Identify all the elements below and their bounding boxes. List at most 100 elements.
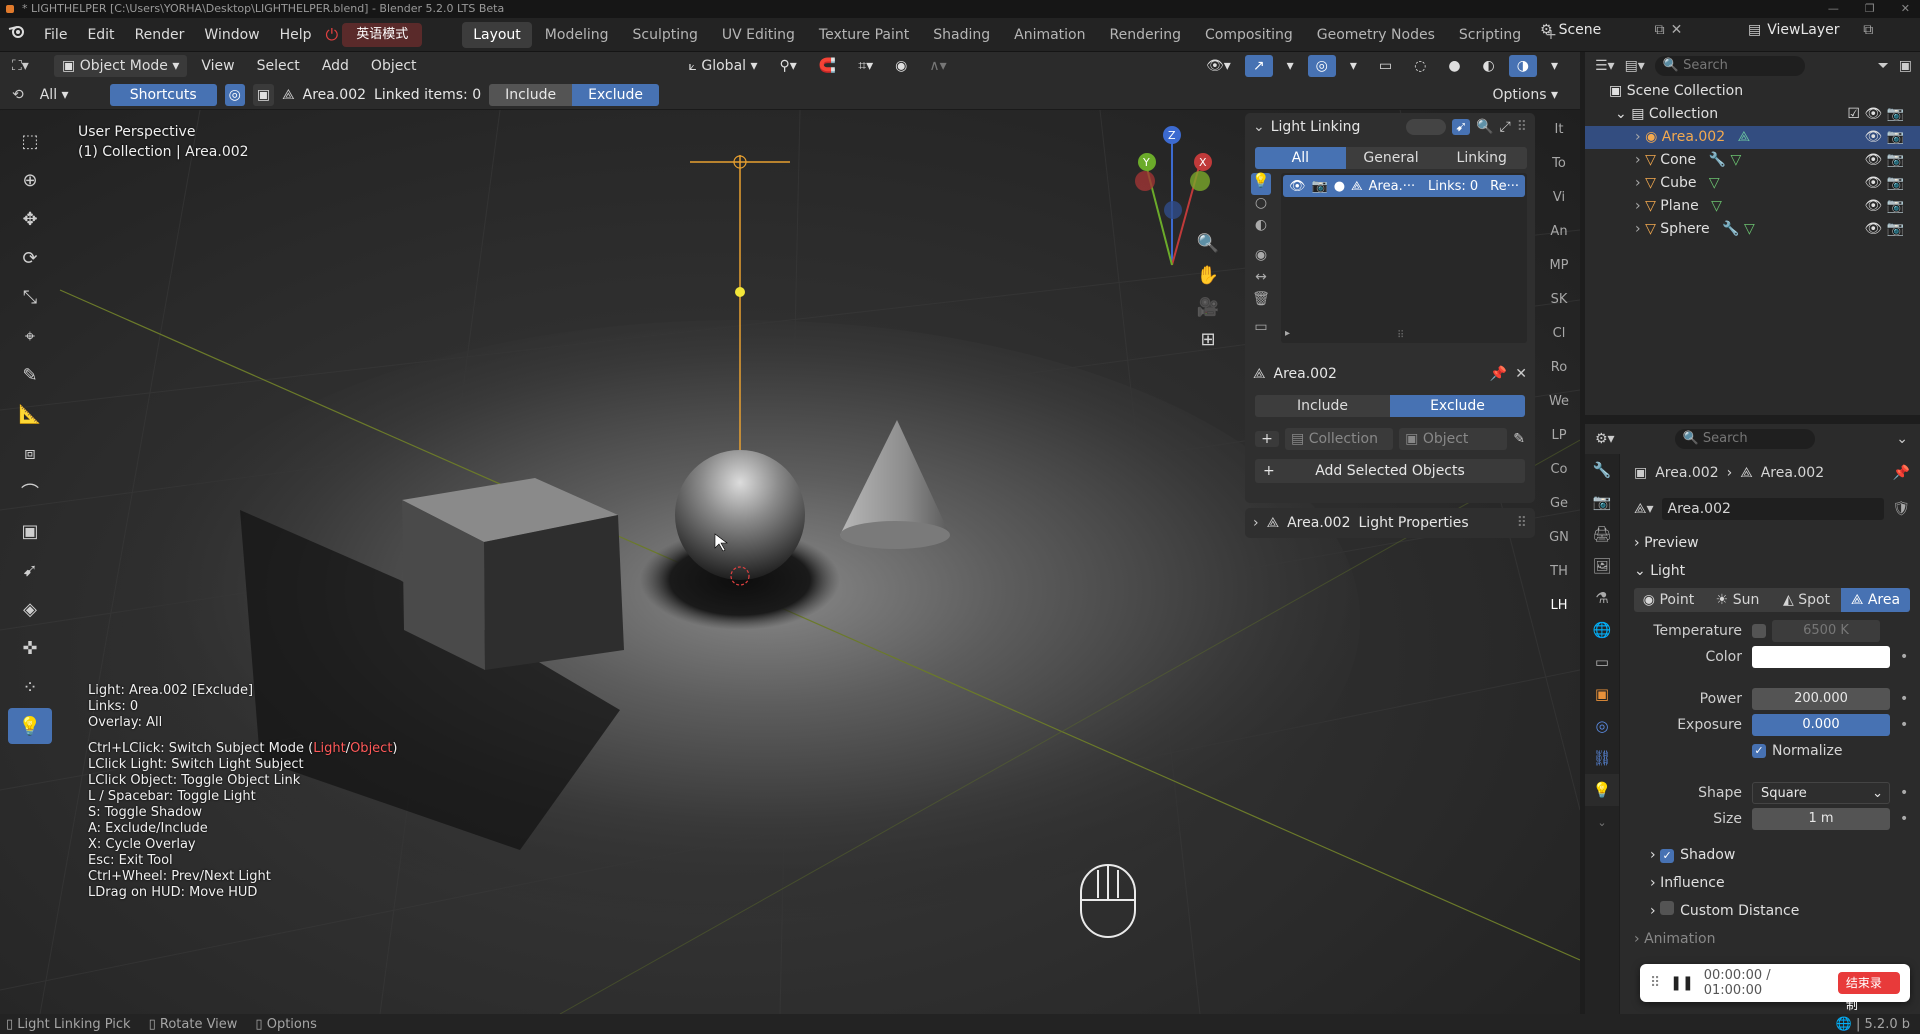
transform-orientation-dropdown[interactable]: ⟀ Global ▾	[681, 55, 766, 77]
scene-name[interactable]: Scene	[1559, 22, 1649, 38]
menu-object[interactable]: Object	[363, 55, 425, 77]
more-tabs-icon[interactable]: ⌄	[1585, 806, 1619, 838]
eye-icon[interactable]: ◉	[1251, 247, 1271, 269]
tab-shading[interactable]: Shading	[922, 22, 1001, 48]
editor-type-icon[interactable]: ⛶▾	[12, 58, 48, 74]
editor-type-icon[interactable]: ☰▾	[1595, 58, 1615, 74]
eye-icon[interactable]: 👁	[1864, 106, 1882, 122]
datablock-name-field[interactable]: Area.002	[1661, 498, 1885, 520]
filter-all-dropdown[interactable]: All ▾	[32, 84, 102, 106]
viewlayer-copy-icon[interactable]: ⧉	[1863, 22, 1873, 38]
select-mode-icon[interactable]: ➹	[1452, 119, 1471, 135]
toggle-switch-icon[interactable]	[1406, 119, 1447, 135]
outliner-item-cube[interactable]: › ▽ Cube ▽ 👁 📷	[1585, 172, 1920, 195]
scene-copy-icon[interactable]: ⧉	[1655, 22, 1665, 38]
pause-icon[interactable]: ❚❚	[1670, 975, 1693, 991]
shrink-icon[interactable]: ◈	[8, 591, 52, 627]
menu-edit[interactable]: Edit	[77, 18, 124, 52]
world-icon[interactable]: ◐	[1251, 217, 1271, 239]
shading-wireframe-icon[interactable]: ◌	[1406, 55, 1434, 77]
menu-view[interactable]: View	[193, 55, 242, 77]
camera-icon[interactable]: 📷	[1887, 129, 1904, 145]
scene-icon[interactable]: ⚙	[1540, 22, 1553, 38]
eye-icon[interactable]: 👁	[1864, 129, 1882, 145]
custom-distance-section[interactable]: › Custom Distance	[1634, 898, 1910, 924]
blender-menu-icon[interactable]	[0, 18, 34, 52]
bulb-icon[interactable]: ○	[1251, 195, 1271, 217]
tab-geometry-nodes[interactable]: Geometry Nodes	[1306, 22, 1446, 48]
shading-solid-icon[interactable]: ●	[1440, 55, 1468, 77]
add-cube-icon[interactable]: ⧈	[8, 435, 52, 471]
camera-view-icon[interactable]: 🎥	[1192, 291, 1224, 323]
xray-icon[interactable]: ▭	[1371, 55, 1400, 77]
power-icon[interactable]: ⏻	[326, 25, 339, 45]
temperature-field[interactable]: 6500 K	[1772, 620, 1880, 642]
search-icon[interactable]: 🔍	[1476, 119, 1493, 135]
add-selected-objects-button[interactable]: + Add Selected Objects	[1255, 459, 1525, 483]
eyedropper-icon[interactable]: ✎	[1513, 431, 1525, 447]
editor-type-icon[interactable]: ⚙▾	[1595, 431, 1615, 447]
sidebar-tab[interactable]: Ro	[1541, 351, 1577, 385]
viewlayer-icon[interactable]: ▤	[1748, 22, 1761, 38]
tab-rendering[interactable]: Rendering	[1099, 22, 1193, 48]
tab-general[interactable]: General	[1345, 147, 1437, 169]
scene-remove-icon[interactable]: ✕	[1671, 22, 1683, 38]
influence-section[interactable]: › Influence	[1634, 870, 1910, 896]
sidebar-tab[interactable]: GN	[1541, 521, 1577, 555]
tab-linking[interactable]: Linking	[1436, 147, 1527, 169]
move-icon[interactable]: ✥	[8, 201, 52, 237]
snap-target-icon[interactable]: ⌗▾	[850, 55, 881, 77]
menu-window[interactable]: Window	[194, 18, 269, 52]
new-collection-icon[interactable]: ▣	[1899, 58, 1912, 74]
preview-section[interactable]: › Preview	[1634, 530, 1910, 556]
proportional-edit-icon[interactable]: ◉	[887, 55, 915, 77]
outliner-item-cone[interactable]: › ▽ Cone 🔧 ▽ 👁 📷	[1585, 149, 1920, 172]
keyframe-dot-icon[interactable]: •	[1900, 811, 1908, 827]
measure-icon[interactable]: 📐	[8, 396, 52, 432]
falloff-icon[interactable]: ∧▾	[921, 55, 954, 77]
tab-layout[interactable]: Layout	[462, 21, 532, 48]
sidebar-tab[interactable]: Ge	[1541, 487, 1577, 521]
sidebar-tab[interactable]: TH	[1541, 555, 1577, 589]
menu-file[interactable]: File	[34, 18, 77, 52]
viewlayer-name[interactable]: ViewLayer	[1767, 22, 1857, 38]
tab-compositing[interactable]: Compositing	[1194, 22, 1304, 48]
collapse-chevron-icon[interactable]: ⌄	[1253, 119, 1265, 135]
object-pick-icon[interactable]: ▣	[252, 83, 275, 106]
scale-icon[interactable]: ⤡	[8, 279, 52, 315]
pin-icon[interactable]: 📌	[1893, 465, 1910, 481]
stop-recording-button[interactable]: 结束录制	[1837, 972, 1900, 1012]
tab-sculpting[interactable]: Sculpting	[621, 22, 708, 48]
exclude-button[interactable]: Exclude	[1390, 395, 1525, 417]
light-properties-subpanel[interactable]: › ⟁ Area.002 Light Properties ⠿	[1245, 508, 1535, 538]
sidebar-tab[interactable]: We	[1541, 385, 1577, 419]
temperature-checkbox[interactable]	[1752, 624, 1766, 638]
expand-chevron-icon[interactable]: ›	[1635, 221, 1641, 237]
sidebar-tab[interactable]: Co	[1541, 453, 1577, 487]
object-tab-icon[interactable]: ▣	[1585, 678, 1619, 710]
collection-field[interactable]: ▤ Collection	[1285, 428, 1394, 450]
view-layer-tab-icon[interactable]: 🖼	[1585, 550, 1619, 582]
snap-icon[interactable]: 🧲	[811, 55, 844, 77]
outliner-search-input[interactable]: 🔍 Search	[1654, 56, 1805, 76]
keyframe-dot-icon[interactable]: •	[1900, 785, 1908, 801]
pivot-icon[interactable]: ⚲▾	[772, 55, 805, 77]
expand-chevron-icon[interactable]: ›	[1635, 152, 1641, 168]
tab-animation[interactable]: Animation	[1003, 22, 1096, 48]
light-icon[interactable]: 💡	[1251, 173, 1271, 195]
render-icon[interactable]: 📷	[1312, 179, 1328, 194]
move-gizmo-icon[interactable]: ✜	[8, 630, 52, 666]
exclude-button[interactable]: Exclude	[572, 83, 659, 106]
close-icon[interactable]: ✕	[1515, 366, 1527, 382]
drag-handle-icon[interactable]: ⠿	[1517, 119, 1527, 135]
menu-render[interactable]: Render	[125, 18, 195, 52]
tab-all[interactable]: All	[1255, 147, 1346, 169]
add-icon[interactable]: +	[1255, 431, 1279, 447]
close-icon[interactable]: ✕	[1901, 0, 1910, 18]
sidebar-tab[interactable]: SK	[1541, 283, 1577, 317]
filter-icon[interactable]: ⏷	[1878, 58, 1889, 74]
light-type-point[interactable]: ◉ Point	[1634, 588, 1703, 612]
ortho-grid-icon[interactable]: ⊞	[1192, 323, 1224, 355]
light-section[interactable]: ⌄ Light	[1634, 558, 1910, 584]
shadow-section[interactable]: › ✓ Shadow	[1634, 842, 1910, 868]
